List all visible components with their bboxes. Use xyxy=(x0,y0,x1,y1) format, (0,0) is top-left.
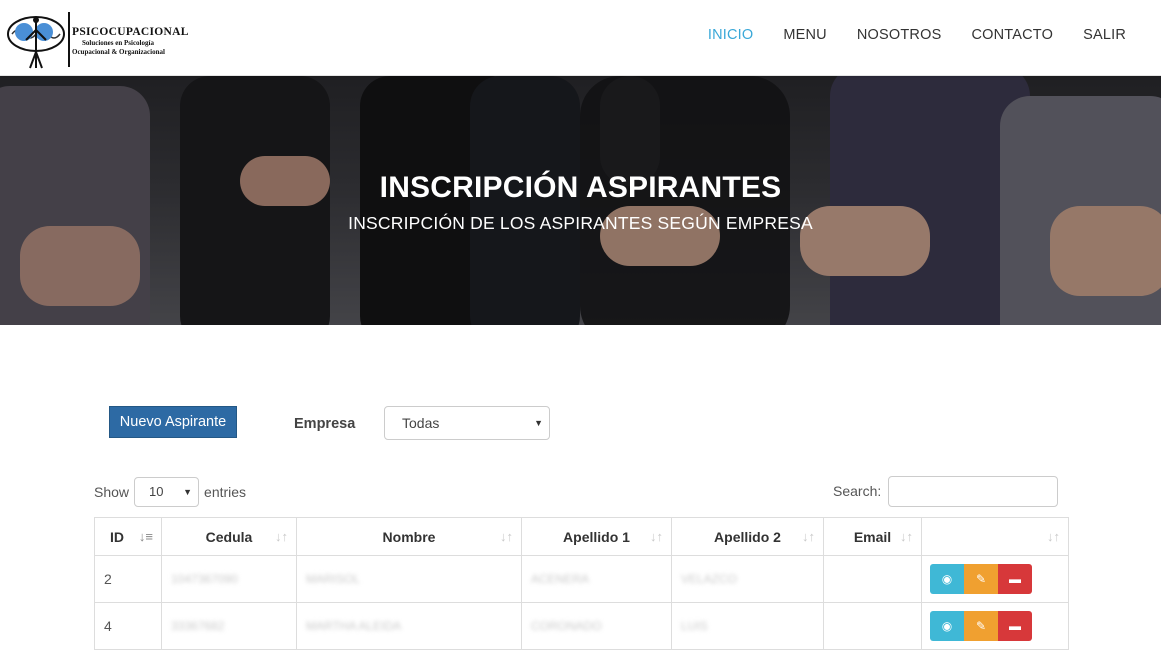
view-button[interactable]: ◉ xyxy=(930,564,964,594)
main-nav: INICIO MENU NOSOTROS CONTACTO SALIR xyxy=(678,27,1126,43)
empresa-select-value: Todas xyxy=(402,415,440,431)
show-label: Show xyxy=(94,484,130,500)
hero-banner: INSCRIPCIÓN ASPIRANTES INSCRIPCIÓN DE LO… xyxy=(0,76,1161,325)
eye-icon: ◉ xyxy=(941,572,953,586)
row-actions: ◉ ✎ ▬ xyxy=(922,611,1068,641)
column-header-cedula[interactable]: Cedula ↓↑ xyxy=(161,517,297,556)
cell-id: 4 xyxy=(94,602,162,650)
cell-id: 2 xyxy=(94,555,162,603)
minus-icon: ▬ xyxy=(1009,619,1021,633)
brand-name: PSICOCUPACIONAL xyxy=(72,26,189,38)
empresa-select[interactable]: Todas ▼ xyxy=(384,406,550,440)
entries-select-value: 10 xyxy=(149,484,164,499)
brain-logo-icon xyxy=(7,16,65,69)
search-input[interactable] xyxy=(888,476,1058,507)
nav-link-menu[interactable]: MENU xyxy=(783,27,827,43)
sort-icon: ↓↑ xyxy=(500,529,513,544)
logo-divider xyxy=(68,12,70,67)
cell-actions: ◉ ✎ ▬ xyxy=(921,555,1069,603)
column-header-apellido-1[interactable]: Apellido 1 ↓↑ xyxy=(521,517,672,556)
sort-icon: ↓↑ xyxy=(650,529,663,544)
entries-label: entries xyxy=(204,484,247,500)
chevron-down-icon: ▼ xyxy=(183,487,193,497)
page-length-control: Show 10 ▼ entries xyxy=(94,477,246,507)
column-header-email[interactable]: Email ↓↑ xyxy=(823,517,922,556)
sort-asc-icon: ↓≡ xyxy=(138,529,153,544)
pencil-icon: ✎ xyxy=(975,572,987,586)
column-header-id[interactable]: ID ↓≡ xyxy=(94,517,162,556)
nav-link-inicio[interactable]: INICIO xyxy=(708,27,754,43)
eye-icon: ◉ xyxy=(941,619,953,633)
applicants-table: ID ↓≡ Cedula ↓↑ Nombre ↓↑ Apellido 1 ↓↑ Apel… xyxy=(94,517,1069,650)
chevron-down-icon: ▼ xyxy=(534,418,543,428)
search-label: Search: xyxy=(833,483,882,499)
view-button[interactable]: ◉ xyxy=(930,611,964,641)
table-header-row: ID ↓≡ Cedula ↓↑ Nombre ↓↑ Apellido 1 ↓↑ Apel… xyxy=(94,517,1069,556)
cell-cedula: 33367682 xyxy=(161,602,297,650)
cell-apellido-2: LUIS xyxy=(671,602,824,650)
cell-nombre: MARTHA ALEIDA xyxy=(296,602,522,650)
cell-email xyxy=(823,602,922,650)
logo[interactable]: PSICOCUPACIONAL Soluciones en Psicología… xyxy=(6,10,189,70)
sort-icon: ↓↑ xyxy=(275,529,288,544)
table-row: 2 1047367090 MARISOL ACENERA VELAZCO ◉ ✎… xyxy=(94,555,1069,603)
cell-email xyxy=(823,555,922,603)
cell-actions: ◉ ✎ ▬ xyxy=(921,602,1069,650)
edit-button[interactable]: ✎ xyxy=(964,611,998,641)
delete-button[interactable]: ▬ xyxy=(998,611,1032,641)
page-title: INSCRIPCIÓN ASPIRANTES xyxy=(379,171,782,204)
pencil-icon: ✎ xyxy=(975,619,987,633)
cell-apellido-2: VELAZCO xyxy=(671,555,824,603)
minus-icon: ▬ xyxy=(1009,572,1021,586)
column-header-actions[interactable]: ↓↑ xyxy=(921,517,1069,556)
nav-link-nosotros[interactable]: NOSOTROS xyxy=(857,27,942,43)
table-row: 4 33367682 MARTHA ALEIDA CORONADO LUIS ◉… xyxy=(94,602,1069,650)
cell-nombre: MARISOL xyxy=(296,555,522,603)
nav-link-contacto[interactable]: CONTACTO xyxy=(971,27,1053,43)
edit-button[interactable]: ✎ xyxy=(964,564,998,594)
brand-tagline-1: Soluciones en Psicología xyxy=(82,39,154,47)
nav-link-salir[interactable]: SALIR xyxy=(1083,27,1126,43)
new-applicant-button[interactable]: Nuevo Aspirante xyxy=(109,406,237,438)
column-header-nombre[interactable]: Nombre ↓↑ xyxy=(296,517,522,556)
row-actions: ◉ ✎ ▬ xyxy=(922,564,1068,594)
navbar: PSICOCUPACIONAL Soluciones en Psicología… xyxy=(0,0,1161,76)
column-header-apellido-2[interactable]: Apellido 2 ↓↑ xyxy=(671,517,824,556)
sort-icon: ↓↑ xyxy=(900,529,913,544)
entries-select[interactable]: 10 ▼ xyxy=(134,477,200,507)
page-subtitle: INSCRIPCIÓN DE LOS ASPIRANTES SEGÚN EMPR… xyxy=(348,213,813,233)
cell-apellido-1: ACENERA xyxy=(521,555,672,603)
sort-icon: ↓↑ xyxy=(1047,529,1060,544)
sort-icon: ↓↑ xyxy=(802,529,815,544)
cell-cedula: 1047367090 xyxy=(161,555,297,603)
empresa-label: Empresa xyxy=(294,416,356,432)
delete-button[interactable]: ▬ xyxy=(998,564,1032,594)
brand-tagline-2: Ocupacional & Organizacional xyxy=(72,48,165,56)
cell-apellido-1: CORONADO xyxy=(521,602,672,650)
